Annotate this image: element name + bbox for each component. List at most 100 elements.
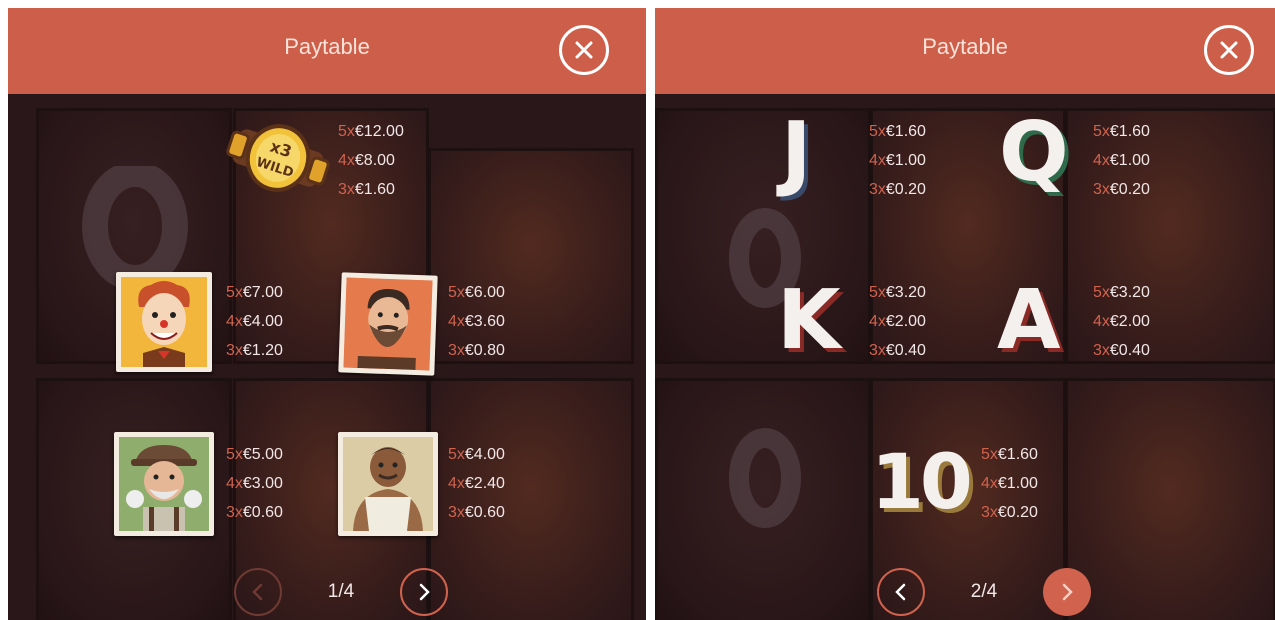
k-paytable: 5x€3.20 4x€2.00 3x€0.40 xyxy=(869,278,926,365)
pay-row: 4x€2.00 xyxy=(1093,307,1150,336)
pay-multiplier: 5x xyxy=(448,446,465,463)
pay-row: 5x€1.60 xyxy=(1093,117,1150,146)
pay-multiplier: 5x xyxy=(226,446,243,463)
pay-multiplier: 5x xyxy=(869,284,886,301)
pay-multiplier: 3x xyxy=(448,504,465,521)
previous-page-button[interactable] xyxy=(877,568,925,616)
clown-paytable: 5x€7.00 4x€4.00 3x€1.20 xyxy=(226,278,283,365)
a-paytable: 5x€3.20 4x€2.00 3x€0.40 xyxy=(1093,278,1150,365)
pay-row: 4x€3.60 xyxy=(448,307,505,336)
next-page-button[interactable] xyxy=(1043,568,1091,616)
close-icon xyxy=(1220,41,1238,59)
bearded-man-paytable: 5x€6.00 4x€3.60 3x€0.80 xyxy=(448,278,505,365)
pay-amount: €1.00 xyxy=(885,152,926,169)
chevron-left-icon xyxy=(252,583,263,601)
pay-multiplier: 5x xyxy=(338,123,355,140)
pay-row: 5x€12.00 xyxy=(338,117,404,146)
pay-row: 5x€7.00 xyxy=(226,278,283,307)
pay-amount: €0.20 xyxy=(997,504,1038,521)
chevron-right-icon xyxy=(1062,583,1073,601)
pay-amount: €3.60 xyxy=(464,313,505,330)
pay-row: 4x€1.00 xyxy=(869,146,926,175)
a-symbol: A xyxy=(997,273,1061,368)
k-symbol: K xyxy=(777,273,841,368)
header-bar: Paytable xyxy=(8,8,646,94)
pay-amount: €2.00 xyxy=(1109,313,1150,330)
pay-amount: €4.00 xyxy=(464,446,505,463)
pay-row: 4x€1.00 xyxy=(1093,146,1150,175)
pay-multiplier: 4x xyxy=(226,313,243,330)
pay-row: 3x€1.60 xyxy=(338,175,404,204)
pay-multiplier: 5x xyxy=(226,284,243,301)
pay-row: 4x€1.00 xyxy=(981,469,1038,498)
page-indicator: 1/4 xyxy=(327,581,355,602)
pay-row: 4x€8.00 xyxy=(338,146,404,175)
pay-multiplier: 3x xyxy=(869,342,886,359)
page-navigation: 1/4 xyxy=(234,568,448,616)
pay-amount: €2.00 xyxy=(885,313,926,330)
bearded-man-portrait-icon xyxy=(343,277,433,371)
pay-row: 5x€4.00 xyxy=(448,440,505,469)
header-bar: Paytable xyxy=(655,8,1275,94)
clown-portrait-icon xyxy=(121,277,207,367)
pay-multiplier: 5x xyxy=(981,446,998,463)
pay-multiplier: 4x xyxy=(1093,313,1110,330)
pay-multiplier: 5x xyxy=(1093,123,1110,140)
pay-amount: €1.20 xyxy=(242,342,283,359)
pay-row: 5x€3.20 xyxy=(869,278,926,307)
chevron-right-icon xyxy=(419,583,430,601)
pay-multiplier: 4x xyxy=(226,475,243,492)
pay-multiplier: 3x xyxy=(869,181,886,198)
pay-row: 5x€6.00 xyxy=(448,278,505,307)
pay-amount: €3.20 xyxy=(885,284,926,301)
pay-row: 3x€0.20 xyxy=(1093,175,1150,204)
previous-page-button[interactable] xyxy=(234,568,282,616)
pay-row: 3x€1.20 xyxy=(226,336,283,365)
pay-multiplier: 4x xyxy=(448,313,465,330)
pay-amount: €1.60 xyxy=(1109,123,1150,140)
pay-multiplier: 3x xyxy=(226,504,243,521)
pay-amount: €0.80 xyxy=(464,342,505,359)
pay-multiplier: 3x xyxy=(1093,342,1110,359)
pay-row: 3x€0.40 xyxy=(869,336,926,365)
old-man-portrait-icon xyxy=(119,437,209,531)
pay-amount: €3.20 xyxy=(1109,284,1150,301)
pay-multiplier: 3x xyxy=(226,342,243,359)
pay-amount: €0.60 xyxy=(464,504,505,521)
pay-amount: €0.20 xyxy=(1109,181,1150,198)
pay-amount: €2.40 xyxy=(464,475,505,492)
pay-multiplier: 4x xyxy=(1093,152,1110,169)
page-title: Paytable xyxy=(922,34,1008,59)
pay-multiplier: 3x xyxy=(448,342,465,359)
pay-row: 4x€3.00 xyxy=(226,469,283,498)
page-title: Paytable xyxy=(284,34,370,59)
old-man-paytable: 5x€5.00 4x€3.00 3x€0.60 xyxy=(226,440,283,527)
strongman-portrait-icon xyxy=(343,437,433,531)
paytable-panel-page-1: Paytable x3 WILD 5x€12.00 4x€8.00 3x€1.6… xyxy=(8,8,646,620)
next-page-button[interactable] xyxy=(400,568,448,616)
pay-amount: €1.60 xyxy=(997,446,1038,463)
bearded-man-symbol xyxy=(338,272,438,376)
close-button[interactable] xyxy=(559,25,609,75)
ten-paytable: 5x€1.60 4x€1.00 3x€0.20 xyxy=(981,440,1038,527)
q-paytable: 5x€1.60 4x€1.00 3x€0.20 xyxy=(1093,117,1150,204)
pay-amount: €4.00 xyxy=(242,313,283,330)
pay-amount: €0.40 xyxy=(885,342,926,359)
strongman-paytable: 5x€4.00 4x€2.40 3x€0.60 xyxy=(448,440,505,527)
pay-amount: €7.00 xyxy=(242,284,283,301)
pay-row: 3x€0.40 xyxy=(1093,336,1150,365)
pay-multiplier: 5x xyxy=(869,123,886,140)
pay-row: 5x€1.60 xyxy=(981,440,1038,469)
pay-row: 3x€0.20 xyxy=(869,175,926,204)
pay-multiplier: 4x xyxy=(981,475,998,492)
pay-multiplier: 4x xyxy=(869,313,886,330)
pay-amount: €0.40 xyxy=(1109,342,1150,359)
old-man-symbol xyxy=(114,432,214,536)
pay-multiplier: 4x xyxy=(338,152,355,169)
pay-multiplier: 5x xyxy=(448,284,465,301)
pay-row: 3x€0.80 xyxy=(448,336,505,365)
pay-row: 3x€0.20 xyxy=(981,498,1038,527)
pay-multiplier: 4x xyxy=(869,152,886,169)
pay-row: 4x€4.00 xyxy=(226,307,283,336)
close-button[interactable] xyxy=(1204,25,1254,75)
